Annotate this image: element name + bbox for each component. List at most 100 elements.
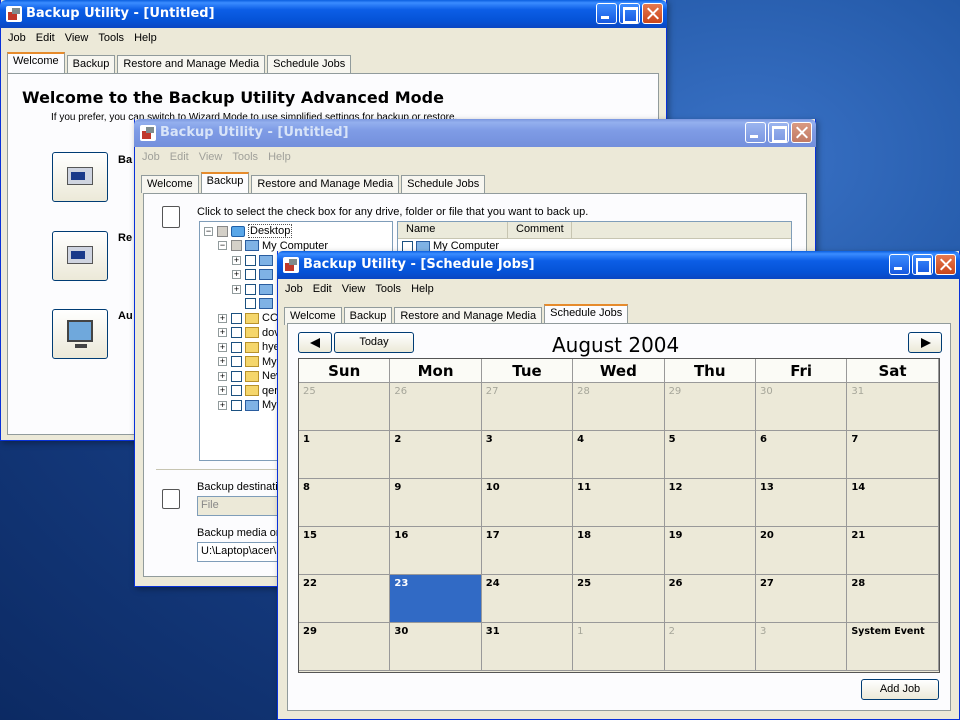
calendar-grid[interactable]: 25 26 27 28 29 30 31 1 2 3 4 5 6 7 8 9 10 11 12 13 14 15 16 17 1… (299, 383, 939, 671)
tree-item-checkbox[interactable] (231, 312, 242, 324)
calendar-day[interactable]: 27 (755, 575, 848, 623)
calendar-day[interactable]: 12 (664, 479, 756, 527)
tab-restore[interactable]: Restore and Manage Media (251, 175, 400, 193)
close-button[interactable] (642, 3, 663, 24)
menu-tools[interactable]: Tools (93, 32, 129, 44)
calendar-day[interactable]: 17 (481, 527, 574, 575)
calendar-day[interactable]: 31 (481, 623, 574, 671)
calendar-day[interactable]: 24 (481, 575, 574, 623)
backup-media-input[interactable]: U:\Laptop\acer\ (197, 542, 283, 562)
expand-icon[interactable]: + (218, 400, 227, 410)
calendar-day[interactable]: 26 (664, 575, 756, 623)
tree-item[interactable]: − Desktop (204, 224, 388, 239)
previous-month-button[interactable] (298, 332, 332, 353)
calendar-day[interactable]: 28 (573, 383, 665, 431)
tab-schedule[interactable]: Schedule Jobs (267, 55, 352, 73)
calendar-day[interactable]: 22 (299, 575, 391, 623)
calendar-day[interactable]: 11 (573, 479, 665, 527)
tree-item-checkbox[interactable] (231, 341, 242, 353)
calendar-day[interactable]: 9 (390, 479, 482, 527)
calendar-day[interactable]: 30 (390, 623, 482, 671)
tab-restore[interactable]: Restore and Manage Media (117, 55, 266, 73)
calendar-day[interactable]: 1 (573, 623, 665, 671)
calendar-day[interactable]: 1 (299, 431, 391, 479)
calendar-day[interactable]: 5 (664, 431, 756, 479)
title-bar[interactable]: Backup Utility - [Untitled] (134, 119, 816, 147)
restore-wizard-button[interactable] (52, 231, 108, 281)
calendar-day[interactable]: 2 (664, 623, 756, 671)
calendar-day[interactable]: 25 (299, 383, 391, 431)
calendar-day[interactable]: 15 (299, 527, 391, 575)
expand-icon[interactable]: + (232, 255, 241, 265)
tab-schedule[interactable]: Schedule Jobs (401, 175, 486, 193)
menu-edit[interactable]: Edit (165, 151, 194, 163)
title-bar[interactable]: Backup Utility - [Untitled] (0, 0, 667, 28)
calendar-day[interactable]: 20 (755, 527, 848, 575)
tree-item-checkbox[interactable] (231, 385, 242, 397)
menu-job[interactable]: Job (280, 283, 308, 295)
window-schedule-jobs[interactable]: Backup Utility - [Schedule Jobs] Job Edi… (277, 251, 960, 720)
tree-item-checkbox[interactable] (245, 298, 256, 310)
calendar-day[interactable]: 14 (847, 479, 939, 527)
calendar-day[interactable]: 7 (847, 431, 939, 479)
calendar-day[interactable]: 29 (664, 383, 756, 431)
minimize-button[interactable] (889, 254, 910, 275)
maximize-button[interactable] (912, 254, 933, 275)
collapse-icon[interactable]: − (204, 226, 213, 236)
calendar-day[interactable]: 3 (755, 623, 848, 671)
calendar-day[interactable]: 6 (755, 431, 848, 479)
calendar-day[interactable]: 21 (847, 527, 939, 575)
calendar-day[interactable]: System Event (847, 623, 939, 671)
calendar-day[interactable]: 4 (573, 431, 665, 479)
tree-item-checkbox[interactable] (245, 283, 256, 295)
title-bar[interactable]: Backup Utility - [Schedule Jobs] (277, 251, 960, 279)
menu-job[interactable]: Job (137, 151, 165, 163)
tab-welcome[interactable]: Welcome (141, 175, 199, 193)
tree-item-checkbox[interactable] (231, 327, 242, 339)
collapse-icon[interactable]: − (218, 241, 227, 251)
expand-icon[interactable]: + (218, 357, 227, 367)
tree-item-checkbox[interactable] (231, 399, 242, 411)
calendar-day[interactable]: 8 (299, 479, 391, 527)
minimize-button[interactable] (745, 122, 766, 143)
minimize-button[interactable] (596, 3, 617, 24)
expand-icon[interactable]: + (232, 270, 241, 280)
expand-icon[interactable]: + (218, 342, 227, 352)
tab-schedule[interactable]: Schedule Jobs (544, 304, 629, 325)
backup-destination-select[interactable]: File (197, 496, 283, 516)
maximize-button[interactable] (768, 122, 789, 143)
backup-wizard-button[interactable] (52, 152, 108, 202)
close-button[interactable] (791, 122, 812, 143)
list-item-checkbox[interactable] (402, 240, 413, 252)
maximize-button[interactable] (619, 3, 640, 24)
calendar-day[interactable]: 18 (573, 527, 665, 575)
calendar-day[interactable]: 26 (390, 383, 482, 431)
tab-welcome[interactable]: Welcome (7, 52, 65, 73)
tree-item-checkbox[interactable] (217, 225, 228, 237)
menu-edit[interactable]: Edit (308, 283, 337, 295)
next-month-button[interactable] (908, 332, 942, 353)
menu-view[interactable]: View (194, 151, 228, 163)
calendar-day[interactable]: 27 (481, 383, 574, 431)
menu-help[interactable]: Help (129, 32, 162, 44)
expand-icon[interactable]: + (218, 386, 227, 396)
tree-item-checkbox[interactable] (245, 269, 256, 281)
menu-view[interactable]: View (60, 32, 94, 44)
tree-item-checkbox[interactable] (231, 240, 242, 252)
menu-help[interactable]: Help (406, 283, 439, 295)
month-calendar[interactable]: Sun Mon Tue Wed Thu Fri Sat 25 26 27 28 29 30 31 1 2 3 4… (298, 358, 940, 673)
calendar-day-today[interactable]: 23 (390, 575, 482, 623)
calendar-day[interactable]: 19 (664, 527, 756, 575)
column-name[interactable]: Name (398, 222, 508, 238)
menu-help[interactable]: Help (263, 151, 296, 163)
calendar-day[interactable]: 28 (847, 575, 939, 623)
calendar-day[interactable]: 13 (755, 479, 848, 527)
menu-tools[interactable]: Tools (227, 151, 263, 163)
add-job-button[interactable]: Add Job (861, 679, 939, 700)
asr-wizard-button[interactable] (52, 309, 108, 359)
calendar-day[interactable]: 2 (390, 431, 482, 479)
tree-item-checkbox[interactable] (231, 356, 242, 368)
tab-backup[interactable]: Backup (66, 55, 116, 73)
menu-job[interactable]: Job (3, 32, 31, 44)
close-button[interactable] (935, 254, 956, 275)
